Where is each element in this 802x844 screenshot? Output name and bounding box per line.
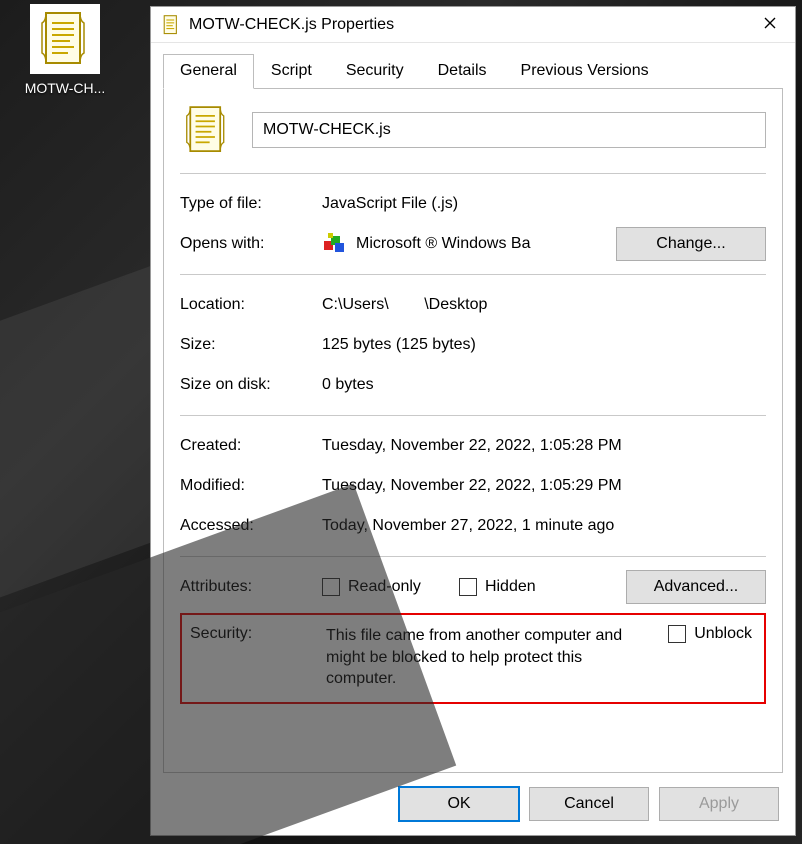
security-message: This file came from another computer and… xyxy=(326,625,658,690)
opens-with-app: Microsoft ® Windows Ba xyxy=(356,235,606,253)
hidden-checkbox[interactable]: Hidden xyxy=(459,578,536,596)
tab-strip: General Script Security Details Previous… xyxy=(151,43,795,88)
ok-button[interactable]: OK xyxy=(399,787,519,821)
close-icon xyxy=(764,16,776,34)
cancel-button[interactable]: Cancel xyxy=(529,787,649,821)
tab-security[interactable]: Security xyxy=(329,54,421,89)
type-label: Type of file: xyxy=(180,195,322,213)
hidden-label: Hidden xyxy=(485,578,536,596)
wsh-color-blocks-icon xyxy=(322,232,346,256)
modified-value: Tuesday, November 22, 2022, 1:05:29 PM xyxy=(322,477,766,495)
titlebar: MOTW-CHECK.js Properties xyxy=(151,7,795,43)
readonly-checkbox[interactable]: Read-only xyxy=(322,578,421,596)
window-title: MOTW-CHECK.js Properties xyxy=(189,16,745,34)
tab-previous-versions[interactable]: Previous Versions xyxy=(504,54,666,89)
created-value: Tuesday, November 22, 2022, 1:05:28 PM xyxy=(322,437,766,455)
security-label: Security: xyxy=(190,625,316,690)
tab-script[interactable]: Script xyxy=(254,54,329,89)
size-label: Size: xyxy=(180,336,322,354)
js-script-icon xyxy=(180,103,234,157)
attributes-label: Attributes: xyxy=(180,578,322,596)
checkbox-box xyxy=(668,625,686,643)
close-button[interactable] xyxy=(745,7,795,43)
accessed-label: Accessed: xyxy=(180,517,322,535)
change-button[interactable]: Change... xyxy=(616,227,766,261)
checkbox-box xyxy=(322,578,340,596)
security-section: Security: This file came from another co… xyxy=(180,613,766,704)
apply-button[interactable]: Apply xyxy=(659,787,779,821)
desktop-icon[interactable]: MOTW-CH... xyxy=(10,4,120,96)
location-value: C:\Users\ \Desktop xyxy=(322,296,766,314)
dialog-footer: OK Cancel Apply xyxy=(151,773,795,835)
js-script-icon xyxy=(161,15,181,35)
filename-input[interactable] xyxy=(252,112,766,148)
opens-with-label: Opens with: xyxy=(180,235,322,253)
unblock-checkbox[interactable]: Unblock xyxy=(668,625,752,690)
readonly-label: Read-only xyxy=(348,578,421,596)
location-label: Location: xyxy=(180,296,322,314)
tab-general[interactable]: General xyxy=(163,54,254,89)
created-label: Created: xyxy=(180,437,322,455)
type-value: JavaScript File (.js) xyxy=(322,195,766,213)
tab-details[interactable]: Details xyxy=(421,54,504,89)
accessed-value: Today, November 27, 2022, 1 minute ago xyxy=(322,517,766,535)
unblock-label: Unblock xyxy=(694,625,752,643)
size-on-disk-label: Size on disk: xyxy=(180,376,322,394)
properties-window: MOTW-CHECK.js Properties General Script … xyxy=(150,6,796,836)
size-on-disk-value: 0 bytes xyxy=(322,376,766,394)
modified-label: Modified: xyxy=(180,477,322,495)
tab-content-general: Type of file: JavaScript File (.js) Open… xyxy=(163,88,783,773)
size-value: 125 bytes (125 bytes) xyxy=(322,336,766,354)
checkbox-box xyxy=(459,578,477,596)
advanced-button[interactable]: Advanced... xyxy=(626,570,766,604)
desktop-icon-label: MOTW-CH... xyxy=(10,80,120,96)
js-script-icon xyxy=(30,4,100,74)
